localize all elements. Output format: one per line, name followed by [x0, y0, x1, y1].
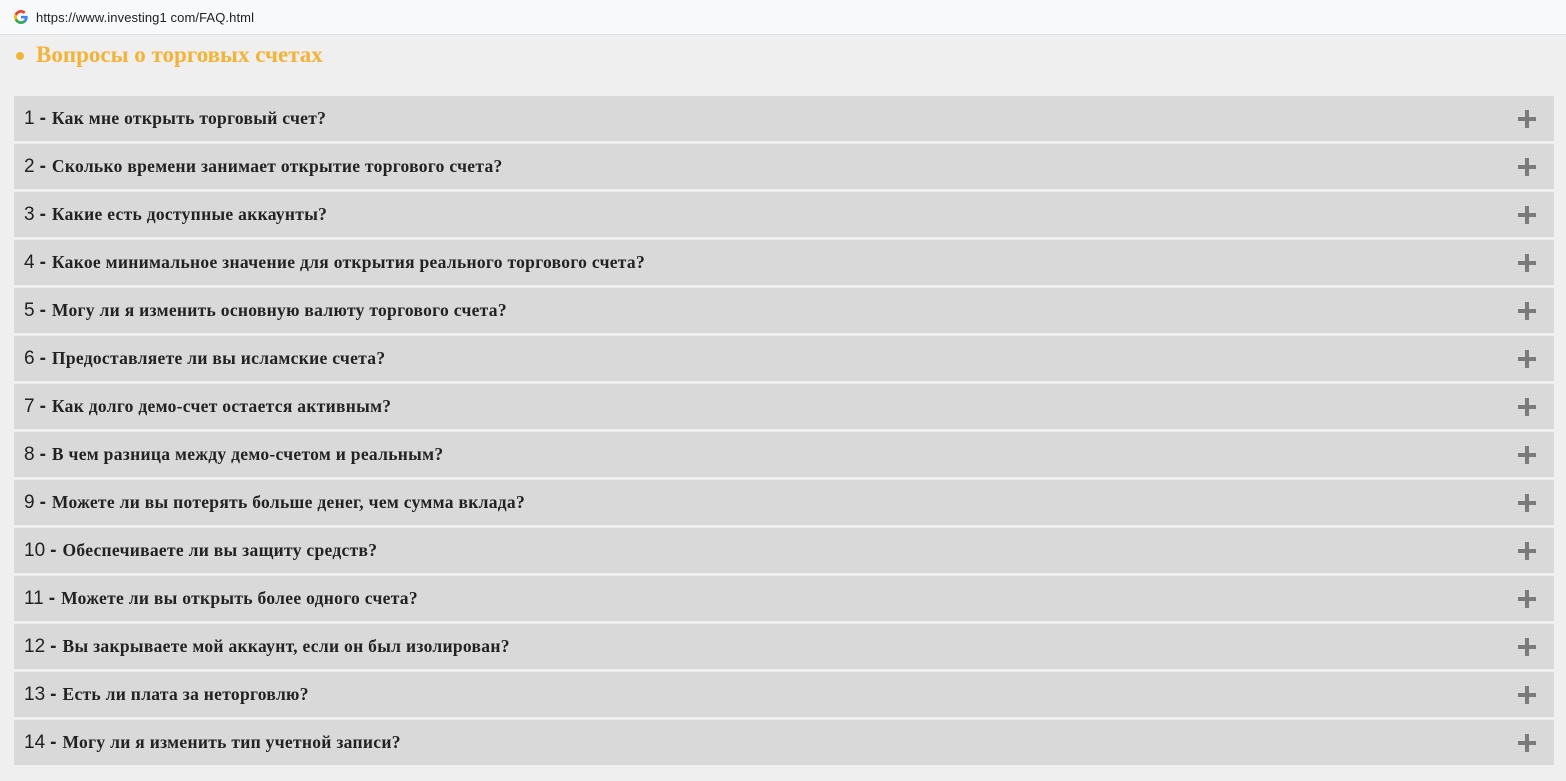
- faq-item[interactable]: 10- Обеспечиваете ли вы защиту средств?: [14, 528, 1554, 573]
- faq-number: 9: [24, 491, 35, 513]
- faq-question-text: Какие есть доступные аккаунты?: [51, 204, 328, 224]
- faq-separator: -: [50, 539, 57, 561]
- faq-question: 11- Можете ли вы открыть более одного сче…: [14, 588, 418, 610]
- plus-icon[interactable]: [1512, 728, 1542, 758]
- faq-number: 6: [24, 347, 35, 369]
- faq-number: 10: [24, 539, 46, 561]
- faq-item[interactable]: 14- Могу ли я изменить тип учетной записи…: [14, 720, 1554, 765]
- faq-separator: -: [39, 107, 46, 129]
- faq-question-text: Можете ли вы потерять больше денег, чем …: [51, 492, 526, 512]
- faq-question: 3- Какие есть доступные аккаунты?: [14, 204, 327, 226]
- faq-number: 7: [24, 395, 35, 417]
- faq-number: 5: [24, 299, 35, 321]
- faq-item[interactable]: 8-В чем разница между демо-счетом и реал…: [14, 432, 1554, 477]
- plus-icon[interactable]: [1512, 296, 1542, 326]
- faq-item[interactable]: 11- Можете ли вы открыть более одного сче…: [14, 576, 1554, 621]
- faq-question: 12- Вы закрываете мой аккаунт, если он бы…: [14, 636, 510, 658]
- faq-separator: -: [39, 443, 46, 465]
- faq-question: 1- Как мне открыть торговый счет?: [14, 108, 326, 130]
- faq-number: 3: [24, 203, 35, 225]
- faq-question-text: Могу ли я изменить тип учетной записи?: [62, 732, 401, 752]
- faq-question-text: Предоставляете ли вы исламские счета?: [51, 348, 386, 368]
- faq-page: Вопросы о торговых счетах 1- Как мне откр…: [0, 36, 1566, 781]
- faq-question: 5- Могу ли я изменить основную валюту тор…: [14, 300, 507, 322]
- faq-separator: -: [50, 635, 57, 657]
- plus-icon[interactable]: [1512, 104, 1542, 134]
- plus-icon[interactable]: [1512, 344, 1542, 374]
- faq-question: 6- Предоставляете ли вы исламские счета?: [14, 348, 385, 370]
- faq-separator: -: [39, 203, 46, 225]
- faq-question: 4- Какое минимальное значение для открыти…: [14, 252, 645, 274]
- plus-icon[interactable]: [1512, 584, 1542, 614]
- faq-number: 12: [24, 635, 46, 657]
- faq-number: 14: [24, 731, 46, 753]
- faq-separator: -: [39, 155, 46, 177]
- plus-icon[interactable]: [1512, 440, 1542, 470]
- faq-question: 8-В чем разница между демо-счетом и реал…: [14, 444, 443, 466]
- faq-item[interactable]: 13- Есть ли плата за неторговлю?: [14, 672, 1554, 717]
- faq-question-text: В чем разница между демо-счетом и реальн…: [51, 444, 444, 464]
- faq-number: 11: [24, 587, 44, 609]
- plus-icon[interactable]: [1512, 248, 1542, 278]
- faq-question-text: Есть ли плата за неторговлю?: [62, 684, 309, 704]
- url-text[interactable]: https://www.investing1 com/FAQ.html: [36, 10, 254, 25]
- faq-question-text: Обеспечиваете ли вы защиту средств?: [62, 540, 378, 560]
- faq-item[interactable]: 5- Могу ли я изменить основную валюту тор…: [14, 288, 1554, 333]
- faq-item[interactable]: 1- Как мне открыть торговый счет?: [14, 96, 1554, 141]
- faq-question-text: Сколько времени занимает открытие торгов…: [51, 156, 503, 176]
- faq-separator: -: [48, 587, 56, 609]
- faq-question-text: Как мне открыть торговый счет?: [51, 108, 327, 128]
- faq-separator: -: [39, 491, 46, 513]
- faq-number: 2: [24, 155, 35, 177]
- faq-separator: -: [39, 347, 46, 369]
- faq-number: 4: [24, 251, 35, 273]
- faq-separator: -: [39, 395, 46, 417]
- faq-question: 13- Есть ли плата за неторговлю?: [14, 684, 309, 706]
- faq-item[interactable]: 6- Предоставляете ли вы исламские счета?: [14, 336, 1554, 381]
- plus-icon[interactable]: [1512, 680, 1542, 710]
- plus-icon[interactable]: [1512, 152, 1542, 182]
- faq-question: 14- Могу ли я изменить тип учетной записи…: [14, 732, 401, 754]
- faq-item[interactable]: 12- Вы закрываете мой аккаунт, если он бы…: [14, 624, 1554, 669]
- faq-number: 1: [24, 107, 35, 129]
- faq-question: 7- Как долго демо-счет остается активным?: [14, 396, 391, 418]
- faq-question: 2- Сколько времени занимает открытие торг…: [14, 156, 503, 178]
- faq-item[interactable]: 2- Сколько времени занимает открытие торг…: [14, 144, 1554, 189]
- section-heading: Вопросы о торговых счетах: [16, 42, 323, 68]
- faq-separator: -: [39, 251, 46, 273]
- faq-separator: -: [50, 731, 57, 753]
- faq-list: 1- Как мне открыть торговый счет? 2- Скольк…: [14, 96, 1554, 768]
- faq-question: 9- Можете ли вы потерять больше денег, че…: [14, 492, 525, 514]
- plus-icon[interactable]: [1512, 200, 1542, 230]
- faq-item[interactable]: 3- Какие есть доступные аккаунты?: [14, 192, 1554, 237]
- faq-item[interactable]: 9- Можете ли вы потерять больше денег, че…: [14, 480, 1554, 525]
- faq-question-text: Можете ли вы открыть более одного счета?: [61, 588, 418, 608]
- address-bar[interactable]: https://www.investing1 com/FAQ.html: [0, 0, 1566, 35]
- section-title: Вопросы о торговых счетах: [36, 42, 323, 67]
- google-g-icon: [14, 10, 28, 24]
- faq-question: 10- Обеспечиваете ли вы защиту средств?: [14, 540, 377, 562]
- faq-separator: -: [39, 299, 46, 321]
- faq-item[interactable]: 7- Как долго демо-счет остается активным?: [14, 384, 1554, 429]
- faq-item[interactable]: 4- Какое минимальное значение для открыти…: [14, 240, 1554, 285]
- faq-separator: -: [50, 683, 57, 705]
- plus-icon[interactable]: [1512, 488, 1542, 518]
- faq-number: 8: [24, 443, 35, 465]
- faq-question-text: Какое минимальное значение для открытия …: [51, 252, 646, 272]
- faq-question-text: Вы закрываете мой аккаунт, если он был и…: [62, 636, 510, 656]
- faq-question-text: Как долго демо-счет остается активным?: [51, 396, 392, 416]
- faq-question-text: Могу ли я изменить основную валюту торго…: [51, 300, 507, 320]
- plus-icon[interactable]: [1512, 632, 1542, 662]
- faq-number: 13: [24, 683, 46, 705]
- plus-icon[interactable]: [1512, 392, 1542, 422]
- bullet-icon: [16, 52, 24, 60]
- plus-icon[interactable]: [1512, 536, 1542, 566]
